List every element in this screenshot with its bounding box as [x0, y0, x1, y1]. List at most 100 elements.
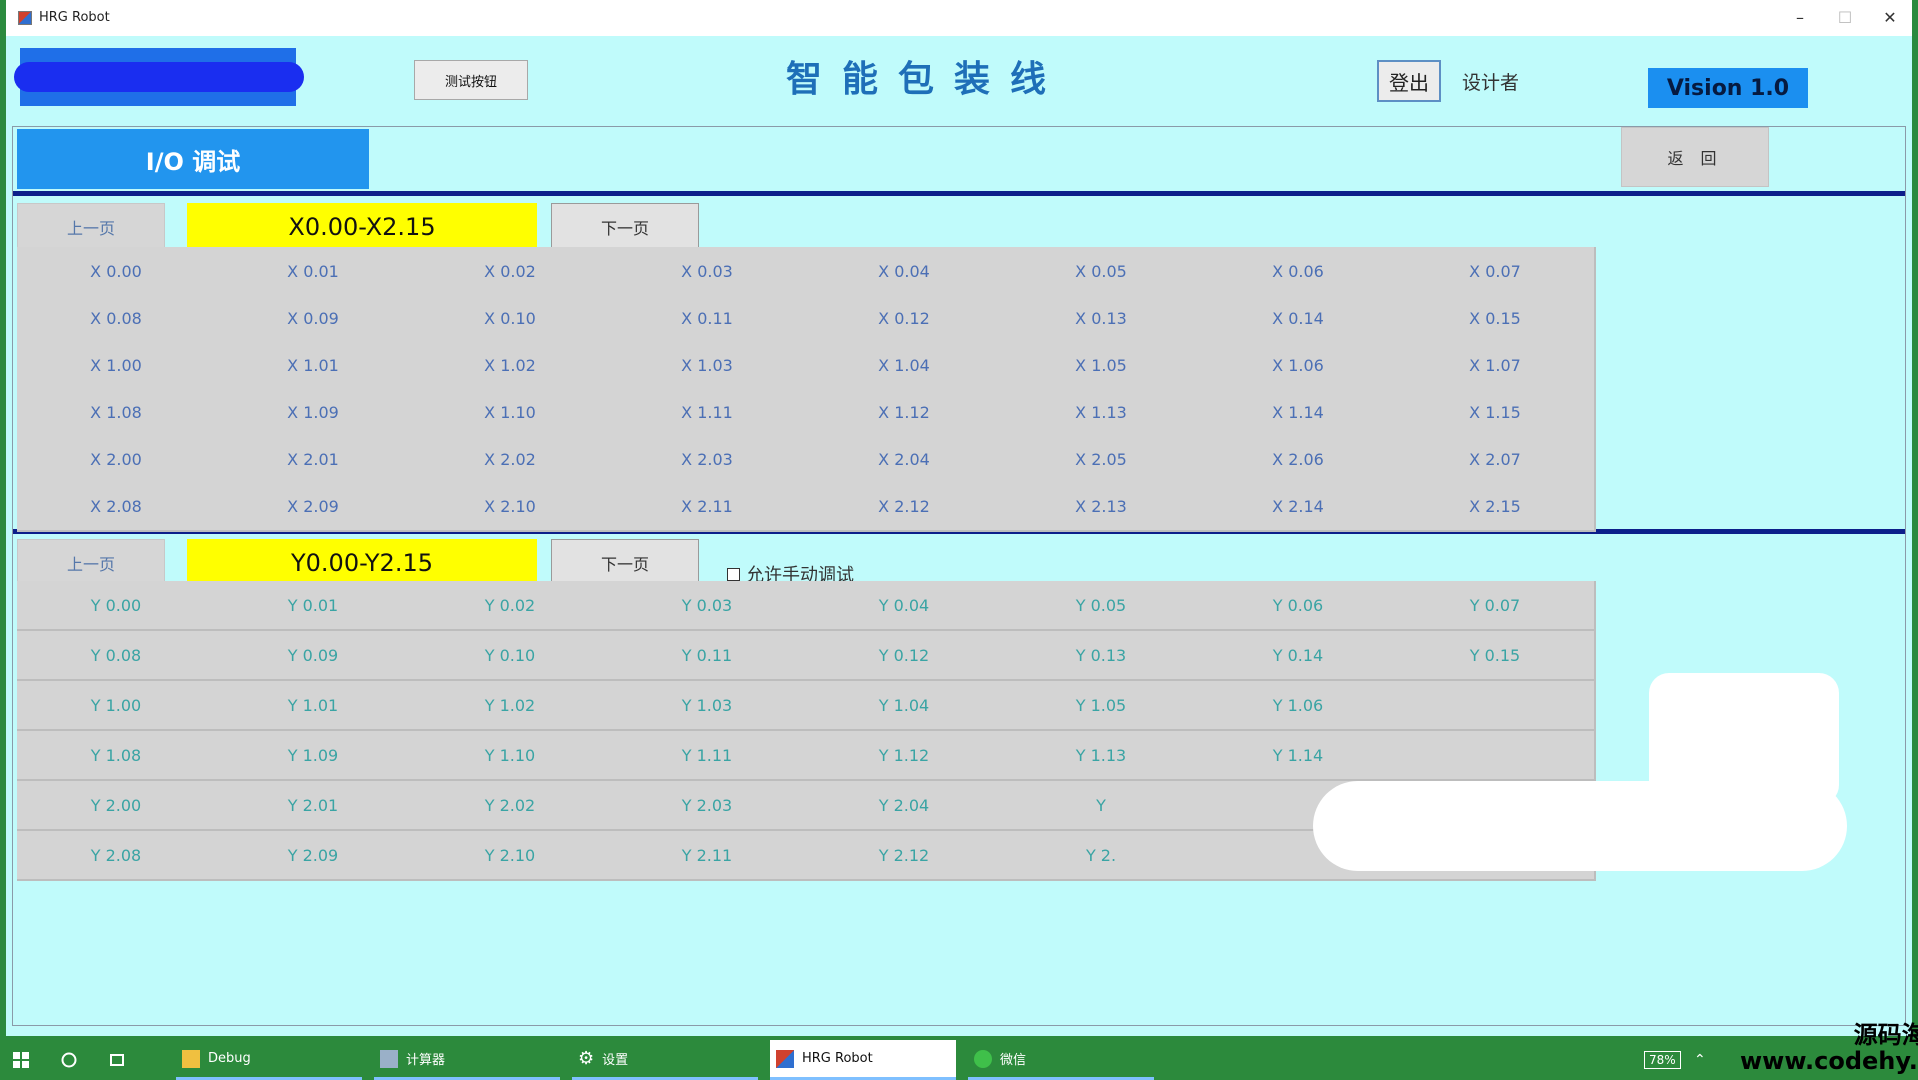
y-io-button[interactable]: Y 0.11	[608, 631, 808, 681]
y-io-button[interactable]: Y 0.02	[411, 581, 611, 631]
x-io-button[interactable]: X 1.10	[411, 388, 611, 438]
x-io-button[interactable]: X 0.14	[1199, 294, 1399, 344]
y-io-button[interactable]: Y 0.10	[411, 631, 611, 681]
y-io-button[interactable]: Y 2.08	[17, 831, 217, 881]
y-io-button[interactable]: Y 2.	[1002, 831, 1202, 881]
y-io-button[interactable]: Y 2.10	[411, 831, 611, 881]
x-io-button[interactable]: X 2.06	[1199, 435, 1399, 485]
x-io-button[interactable]: X 2.15	[1396, 482, 1596, 532]
search-button[interactable]	[60, 1040, 78, 1080]
y-io-button[interactable]: Y 1.06	[1199, 681, 1399, 731]
y-io-button[interactable]: Y 0.00	[17, 581, 217, 631]
x-io-button[interactable]: X 1.09	[214, 388, 414, 438]
start-button[interactable]	[12, 1040, 30, 1080]
x-next-page-button[interactable]: 下一页	[551, 203, 699, 251]
x-io-button[interactable]: X 1.15	[1396, 388, 1596, 438]
x-io-button[interactable]: X 1.14	[1199, 388, 1399, 438]
x-io-button[interactable]: X 0.08	[17, 294, 217, 344]
x-prev-page-button[interactable]: 上一页	[17, 203, 165, 251]
x-io-button[interactable]: X 0.06	[1199, 247, 1399, 297]
y-io-button[interactable]: Y 0.03	[608, 581, 808, 631]
y-io-button[interactable]: Y 1.11	[608, 731, 808, 781]
y-io-button[interactable]: Y 2.12	[805, 831, 1005, 881]
y-io-button[interactable]: Y 0.06	[1199, 581, 1399, 631]
x-io-button[interactable]: X 2.14	[1199, 482, 1399, 532]
x-io-button[interactable]: X 1.11	[608, 388, 808, 438]
checkbox-box[interactable]	[727, 567, 740, 581]
y-io-button[interactable]: Y 1.13	[1002, 731, 1202, 781]
battery-indicator[interactable]: 78%	[1644, 1040, 1681, 1080]
y-io-button[interactable]: Y 0.05	[1002, 581, 1202, 631]
taskbar-item-settings[interactable]: ⚙ 设置	[572, 1040, 758, 1080]
x-io-button[interactable]: X 0.00	[17, 247, 217, 297]
x-io-button[interactable]: X 2.09	[214, 482, 414, 532]
y-io-button[interactable]: Y 2.01	[214, 781, 414, 831]
y-io-button[interactable]: Y 0.04	[805, 581, 1005, 631]
x-io-button[interactable]: X 1.05	[1002, 341, 1202, 391]
task-view-button[interactable]	[108, 1040, 126, 1080]
y-io-button[interactable]: Y 2.04	[805, 781, 1005, 831]
y-io-button[interactable]: Y 2.02	[411, 781, 611, 831]
y-io-button[interactable]: Y 1.02	[411, 681, 611, 731]
close-button[interactable]: ✕	[1870, 6, 1910, 30]
x-io-button[interactable]: X 2.04	[805, 435, 1005, 485]
y-io-button[interactable]: Y 2.03	[608, 781, 808, 831]
back-button[interactable]: 返 回	[1621, 127, 1769, 187]
x-io-button[interactable]: X 2.12	[805, 482, 1005, 532]
x-io-button[interactable]: X 2.13	[1002, 482, 1202, 532]
y-io-button[interactable]	[1396, 731, 1596, 781]
minimize-button[interactable]: –	[1780, 6, 1820, 30]
y-io-button[interactable]: Y 1.14	[1199, 731, 1399, 781]
y-io-button[interactable]: Y 0.14	[1199, 631, 1399, 681]
x-io-button[interactable]: X 1.12	[805, 388, 1005, 438]
y-io-button[interactable]: Y 1.01	[214, 681, 414, 731]
y-io-button[interactable]: Y 0.07	[1396, 581, 1596, 631]
x-io-button[interactable]: X 1.02	[411, 341, 611, 391]
x-io-button[interactable]: X 0.12	[805, 294, 1005, 344]
x-io-button[interactable]: X 1.08	[17, 388, 217, 438]
taskbar-item-calculator[interactable]: 计算器	[374, 1040, 560, 1080]
x-io-button[interactable]: X 2.05	[1002, 435, 1202, 485]
x-io-button[interactable]: X 0.04	[805, 247, 1005, 297]
y-io-button[interactable]: Y 1.08	[17, 731, 217, 781]
x-io-button[interactable]: X 0.05	[1002, 247, 1202, 297]
x-io-button[interactable]: X 1.04	[805, 341, 1005, 391]
y-next-page-button[interactable]: 下一页	[551, 539, 699, 587]
y-io-button[interactable]: Y 1.09	[214, 731, 414, 781]
y-io-button[interactable]: Y 1.00	[17, 681, 217, 731]
x-io-button[interactable]: X 0.07	[1396, 247, 1596, 297]
x-io-button[interactable]: X 0.13	[1002, 294, 1202, 344]
x-io-button[interactable]: X 1.03	[608, 341, 808, 391]
x-io-button[interactable]: X 0.11	[608, 294, 808, 344]
y-prev-page-button[interactable]: 上一页	[17, 539, 165, 587]
x-io-button[interactable]: X 2.10	[411, 482, 611, 532]
y-io-button[interactable]: Y 2.00	[17, 781, 217, 831]
y-io-button[interactable]: Y 0.13	[1002, 631, 1202, 681]
y-io-button[interactable]	[1396, 681, 1596, 731]
x-io-button[interactable]: X 0.09	[214, 294, 414, 344]
logout-button[interactable]: 登出	[1377, 60, 1441, 102]
x-io-button[interactable]: X 2.01	[214, 435, 414, 485]
x-io-button[interactable]: X 1.01	[214, 341, 414, 391]
y-io-button[interactable]: Y 0.08	[17, 631, 217, 681]
y-io-button[interactable]: Y 2.09	[214, 831, 414, 881]
x-io-button[interactable]: X 2.02	[411, 435, 611, 485]
x-io-button[interactable]: X 1.13	[1002, 388, 1202, 438]
taskbar-item-hrg-robot[interactable]: HRG Robot	[770, 1040, 956, 1080]
x-io-button[interactable]: X 2.11	[608, 482, 808, 532]
x-io-button[interactable]: X 2.00	[17, 435, 217, 485]
y-io-button[interactable]: Y	[1002, 781, 1202, 831]
tab-io-debug[interactable]: I/O 调试	[17, 129, 369, 189]
taskbar-item-wechat[interactable]: 微信	[968, 1040, 1154, 1080]
y-io-button[interactable]: Y 1.05	[1002, 681, 1202, 731]
y-io-button[interactable]: Y 0.12	[805, 631, 1005, 681]
y-io-button[interactable]: Y 1.12	[805, 731, 1005, 781]
x-io-button[interactable]: X 1.00	[17, 341, 217, 391]
y-io-button[interactable]: Y 1.10	[411, 731, 611, 781]
y-io-button[interactable]: Y 1.04	[805, 681, 1005, 731]
x-io-button[interactable]: X 0.01	[214, 247, 414, 297]
y-io-button[interactable]: Y 0.01	[214, 581, 414, 631]
tray-expand-button[interactable]: ⌃	[1694, 1040, 1706, 1080]
y-io-button[interactable]: Y 0.15	[1396, 631, 1596, 681]
x-io-button[interactable]: X 2.03	[608, 435, 808, 485]
